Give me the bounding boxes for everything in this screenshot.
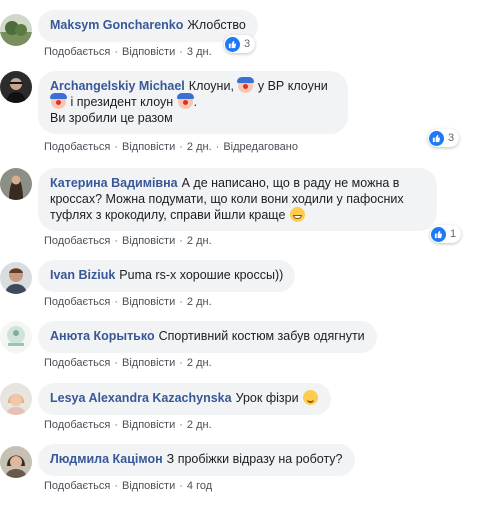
like-link[interactable]: Подобається — [44, 357, 110, 369]
comment-author[interactable]: Анюта Корытько — [50, 329, 155, 343]
avatar-image — [0, 71, 32, 103]
like-link[interactable]: Подобається — [44, 46, 110, 58]
like-link[interactable]: Подобається — [44, 296, 110, 308]
separator: · — [179, 296, 183, 308]
timestamp[interactable]: 2 дн. — [187, 235, 212, 247]
edited-label[interactable]: Відредаговано — [223, 141, 298, 153]
comment-bubble: Людмила Кацімон З пробіжки відразу на роб… — [38, 444, 355, 476]
separator: · — [114, 46, 118, 58]
comment-bubble: Анюта Корытько Спортивний костюм забув од… — [38, 321, 377, 353]
comment-text: З пробіжки відразу на роботу? — [166, 452, 343, 466]
comment-bubble: Ivan Biziuk Puma rs-x хорошие кроссы)) — [38, 260, 296, 292]
comment-text: Урок фізри — [235, 391, 299, 405]
reaction-count: 3 — [244, 38, 251, 50]
separator: · — [179, 480, 183, 492]
timestamp[interactable]: 2 дн. — [187, 296, 212, 308]
timestamp[interactable]: 2 дн. — [187, 357, 212, 369]
avatar-image — [0, 446, 32, 478]
comment-actions: Подобається · Відповісти · 4 год — [44, 480, 212, 492]
timestamp[interactable]: 2 дн. — [187, 141, 212, 153]
comment-actions: Подобається · Відповісти · 2 дн. — [44, 419, 212, 431]
avatar-image — [0, 14, 32, 46]
reply-link[interactable]: Відповісти — [122, 235, 175, 247]
avatar[interactable] — [0, 14, 32, 46]
comment-author[interactable]: Lesya Alexandra Kazachynska — [50, 391, 232, 405]
thumbs-up-icon — [429, 130, 444, 146]
separator: · — [114, 480, 118, 492]
thumbs-up-icon — [431, 226, 446, 242]
reply-link[interactable]: Відповісти — [122, 357, 175, 369]
like-link[interactable]: Подобається — [44, 480, 110, 492]
separator: · — [179, 235, 183, 247]
clown-face-emoji — [176, 93, 194, 109]
avatar[interactable] — [0, 71, 32, 103]
comment-actions: Подобається · Відповісти · 2 дн. — [44, 357, 212, 369]
comment-text: Жлобство — [187, 18, 246, 32]
reaction-summary[interactable]: 3 — [224, 35, 256, 53]
timestamp[interactable]: 4 год — [187, 480, 212, 492]
comment-bubble: Lesya Alexandra Kazachynska Урок фізри — [38, 383, 332, 415]
reaction-count: 3 — [448, 132, 455, 144]
reply-link[interactable]: Відповісти — [122, 46, 175, 58]
separator: · — [179, 46, 183, 58]
avatar-image — [0, 383, 32, 415]
comment-actions: Подобається · Відповісти · 2 дн. · Відредагова… — [44, 141, 298, 153]
thumbs-up-icon — [225, 36, 240, 52]
like-link[interactable]: Подобається — [44, 141, 110, 153]
timestamp[interactable]: 3 дн. — [187, 46, 212, 58]
comment-actions: Подобається · Відповісти · 2 дн. — [44, 296, 212, 308]
separator: · — [114, 296, 118, 308]
avatar[interactable] — [0, 262, 32, 294]
comment-author[interactable]: Людмила Кацімон — [50, 452, 163, 466]
avatar-image — [0, 168, 32, 200]
smiling-face-emoji — [303, 390, 319, 405]
reply-link[interactable]: Відповісти — [122, 141, 175, 153]
comment-text-line: Ви зробили це разом — [50, 111, 173, 125]
separator: · — [114, 141, 118, 153]
avatar[interactable] — [0, 321, 32, 353]
avatar[interactable] — [0, 446, 32, 478]
comment-actions: Подобається · Відповісти · 2 дн. — [44, 235, 212, 247]
comment-author[interactable]: Катерина Вадимівна — [50, 176, 178, 190]
reply-link[interactable]: Відповісти — [122, 480, 175, 492]
reaction-count: 1 — [450, 228, 457, 240]
reply-link[interactable]: Відповісти — [122, 296, 175, 308]
comment-bubble: Катерина Вадимівна А де написано, що в ра… — [38, 168, 437, 231]
timestamp[interactable]: 2 дн. — [187, 419, 212, 431]
comment-author[interactable]: Archangelskiy Michael — [50, 79, 185, 93]
clown-face-emoji — [50, 93, 67, 109]
avatar[interactable] — [0, 383, 32, 415]
clown-face-emoji — [237, 77, 255, 93]
avatar[interactable] — [0, 168, 32, 200]
grinning-sweat-emoji — [289, 207, 305, 222]
separator: · — [114, 357, 118, 369]
comment-bubble: Maksym Goncharenko Жлобство — [38, 10, 258, 42]
separator: · — [179, 357, 183, 369]
reply-link[interactable]: Відповісти — [122, 419, 175, 431]
reaction-summary[interactable]: 3 — [428, 129, 460, 147]
avatar-image — [0, 262, 32, 294]
separator: · — [215, 141, 220, 153]
separator: · — [114, 419, 118, 431]
separator: · — [179, 141, 183, 153]
comment-text: Спортивний костюм забув одягнути — [158, 329, 365, 343]
avatar-image — [0, 321, 32, 353]
comment-text: Puma rs-x хорошие кроссы)) — [119, 268, 284, 282]
like-link[interactable]: Подобається — [44, 235, 110, 247]
comment-actions: Подобається · Відповісти · 3 дн. — [44, 46, 212, 58]
reaction-summary[interactable]: 1 — [430, 225, 462, 243]
like-link[interactable]: Подобається — [44, 419, 110, 431]
separator: · — [179, 419, 183, 431]
comment-author[interactable]: Ivan Biziuk — [50, 268, 115, 282]
separator: · — [114, 235, 118, 247]
comment-bubble: Archangelskiy Michael Клоуни, у ВР клоуни… — [38, 71, 348, 134]
comment-author[interactable]: Maksym Goncharenko — [50, 18, 183, 32]
